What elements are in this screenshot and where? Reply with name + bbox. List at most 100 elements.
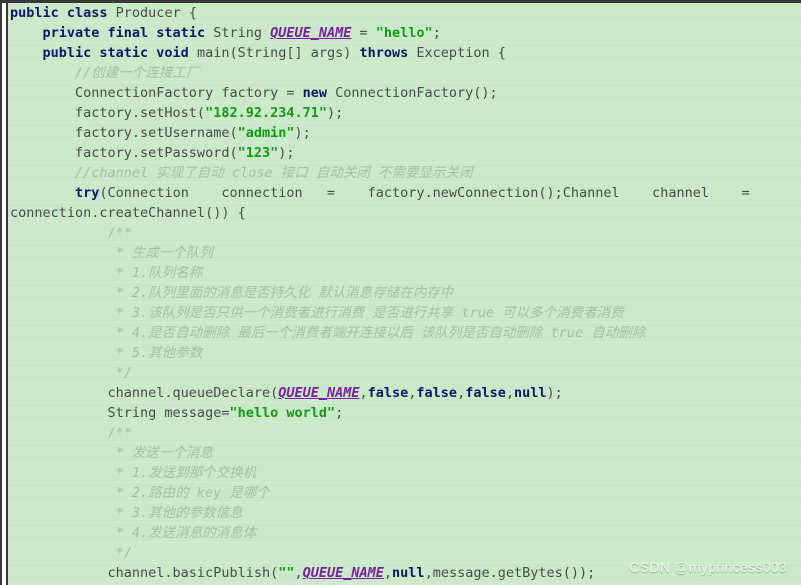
code-token-kw: public static void xyxy=(42,45,197,61)
code-token-cmt: * 2.路由的 key 是哪个 xyxy=(115,485,270,501)
code-token-sfld: QUEUE_NAME xyxy=(302,565,384,581)
code-token-cmt: * 3.该队列是否只供一个消费者进行消费 是否进行共享 true 可以多个消费者… xyxy=(115,305,624,321)
code-token-pln: Exception { xyxy=(416,45,506,61)
code-line[interactable]: public class Producer { xyxy=(8,3,801,23)
code-token-cmtm: */ xyxy=(115,365,132,381)
code-token-str: "hello" xyxy=(375,25,433,41)
code-token-pln: (Connection connection = factory.newConn… xyxy=(99,185,750,201)
code-editor-surface[interactable]: public class Producer { private final st… xyxy=(8,3,801,585)
code-token-pln xyxy=(10,445,116,461)
code-token-pln xyxy=(10,525,116,541)
code-line[interactable]: * 发送一个消息 xyxy=(8,443,801,463)
code-line[interactable]: ConnectionFactory factory = new Connecti… xyxy=(8,83,801,103)
code-token-pln: connection.createChannel()) { xyxy=(10,205,246,221)
code-token-pln: ; xyxy=(432,25,441,41)
code-token-cmtm: /** xyxy=(107,225,132,241)
code-line[interactable]: channel.basicPublish("",QUEUE_NAME,null,… xyxy=(8,563,801,583)
code-token-pln: main(String[] args) xyxy=(196,45,360,61)
code-token-pln: factory.setHost( xyxy=(10,105,206,121)
code-token-kw: new xyxy=(302,85,336,101)
code-token-str: "admin" xyxy=(237,125,295,141)
code-token-pln xyxy=(10,425,108,441)
code-token-kw: false xyxy=(416,385,458,401)
code-token-pln xyxy=(10,485,116,501)
code-token-kw: private final static xyxy=(42,25,214,41)
code-line[interactable]: * 1.队列名称 xyxy=(8,263,801,283)
code-token-pln: ; xyxy=(335,405,344,421)
code-token-pln: channel.basicPublish( xyxy=(10,565,279,581)
code-token-pln: ); xyxy=(327,105,344,121)
code-line[interactable]: channel.queueDeclare(QUEUE_NAME,false,fa… xyxy=(8,383,801,403)
code-line[interactable]: * 生成一个队列 xyxy=(8,243,801,263)
code-token-cmt: * 4.是否自动删除 最后一个消费者端开连接以后 该队列是否自动删除 true … xyxy=(115,325,646,341)
code-token-pln: , xyxy=(505,385,514,401)
code-token-cmt: * 生成一个队列 xyxy=(115,245,213,261)
code-token-str: "123" xyxy=(237,145,279,161)
code-line[interactable]: //创建一个连接工厂 xyxy=(8,63,801,83)
code-token-pln xyxy=(10,245,116,261)
code-token-cmt: //channel 实现了自动 close 接口 自动关闭 不需要显示关闭 xyxy=(75,165,473,181)
code-line[interactable]: factory.setHost("182.92.234.71"); xyxy=(8,103,801,123)
code-token-sfld: QUEUE_NAME xyxy=(278,385,360,401)
code-token-pln xyxy=(10,185,75,201)
code-token-pln: factory.setPassword( xyxy=(10,145,238,161)
code-token-pln xyxy=(10,165,75,181)
code-token-pln: String xyxy=(213,25,271,41)
code-token-cmtm: */ xyxy=(115,545,132,561)
code-line[interactable]: factory.setPassword("123"); xyxy=(8,143,801,163)
code-token-cmt: * 1.队列名称 xyxy=(115,265,203,281)
code-line[interactable]: * 4.发送消息的消息体 xyxy=(8,523,801,543)
code-token-pln: ); xyxy=(278,145,295,161)
code-line[interactable]: public static void main(String[] args) t… xyxy=(8,43,801,63)
code-line[interactable]: */ xyxy=(8,363,801,383)
code-token-pln: ,message.getBytes()); xyxy=(424,565,596,581)
code-token-str: "" xyxy=(278,565,295,581)
code-token-pln: factory.setUsername( xyxy=(10,125,238,141)
code-token-pln xyxy=(10,305,116,321)
code-token-pln xyxy=(10,345,116,361)
code-token-cmtm: /** xyxy=(107,425,132,441)
code-line[interactable]: * 2.路由的 key 是哪个 xyxy=(8,483,801,503)
code-token-cmt: * 3.其他的参数信息 xyxy=(115,505,243,521)
code-token-cmt: * 5.其他参数 xyxy=(115,345,203,361)
code-token-pln: String message= xyxy=(10,405,230,421)
code-token-cmt: * 发送一个消息 xyxy=(115,445,213,461)
code-token-pln xyxy=(10,505,116,521)
code-token-pln xyxy=(10,225,108,241)
code-token-kw: null xyxy=(392,565,425,581)
code-token-cmt: * 4.发送消息的消息体 xyxy=(115,525,257,541)
code-token-pln xyxy=(10,265,116,281)
code-line[interactable]: String message="hello world"; xyxy=(8,403,801,423)
code-line[interactable]: private final static String QUEUE_NAME =… xyxy=(8,23,801,43)
code-line[interactable]: /** xyxy=(8,423,801,443)
code-token-pln: channel.queueDeclare( xyxy=(10,385,279,401)
code-token-pln: , xyxy=(359,385,368,401)
code-token-pln: ConnectionFactory factory = xyxy=(10,85,303,101)
code-token-pln xyxy=(10,365,116,381)
code-token-pln xyxy=(10,325,116,341)
code-token-pln: ); xyxy=(294,125,311,141)
code-block[interactable]: public class Producer { private final st… xyxy=(8,3,801,585)
code-line[interactable]: //channel 实现了自动 close 接口 自动关闭 不需要显示关闭 xyxy=(8,163,801,183)
code-line[interactable]: try(Connection connection = factory.newC… xyxy=(8,183,801,203)
code-token-kw: false xyxy=(465,385,506,401)
code-token-cmt: * 2.队列里面的消息是否持久化 默认消息存储在内存中 xyxy=(115,285,454,301)
code-line[interactable]: * 5.其他参数 xyxy=(8,343,801,363)
code-line[interactable]: * 2.队列里面的消息是否持久化 默认消息存储在内存中 xyxy=(8,283,801,303)
code-line[interactable]: */ xyxy=(8,543,801,563)
code-token-cmt: //创建一个连接工厂 xyxy=(75,65,200,81)
code-token-pln: , xyxy=(294,565,303,581)
code-token-pln: , xyxy=(383,565,393,581)
code-token-pln: , xyxy=(457,385,466,401)
code-token-kw: null xyxy=(513,385,547,401)
code-line[interactable]: * 4.是否自动删除 最后一个消费者端开连接以后 该队列是否自动删除 true … xyxy=(8,323,801,343)
code-token-pln xyxy=(10,65,75,81)
code-token-kw: try xyxy=(75,185,100,201)
code-token-str: "hello world" xyxy=(229,405,336,421)
code-line[interactable]: * 3.该队列是否只供一个消费者进行消费 是否进行共享 true 可以多个消费者… xyxy=(8,303,801,323)
code-line[interactable]: factory.setUsername("admin"); xyxy=(8,123,801,143)
code-line[interactable]: * 3.其他的参数信息 xyxy=(8,503,801,523)
code-line[interactable]: /** xyxy=(8,223,801,243)
code-line[interactable]: connection.createChannel()) { xyxy=(8,203,801,223)
code-line[interactable]: * 1.发送到那个交换机 xyxy=(8,463,801,483)
